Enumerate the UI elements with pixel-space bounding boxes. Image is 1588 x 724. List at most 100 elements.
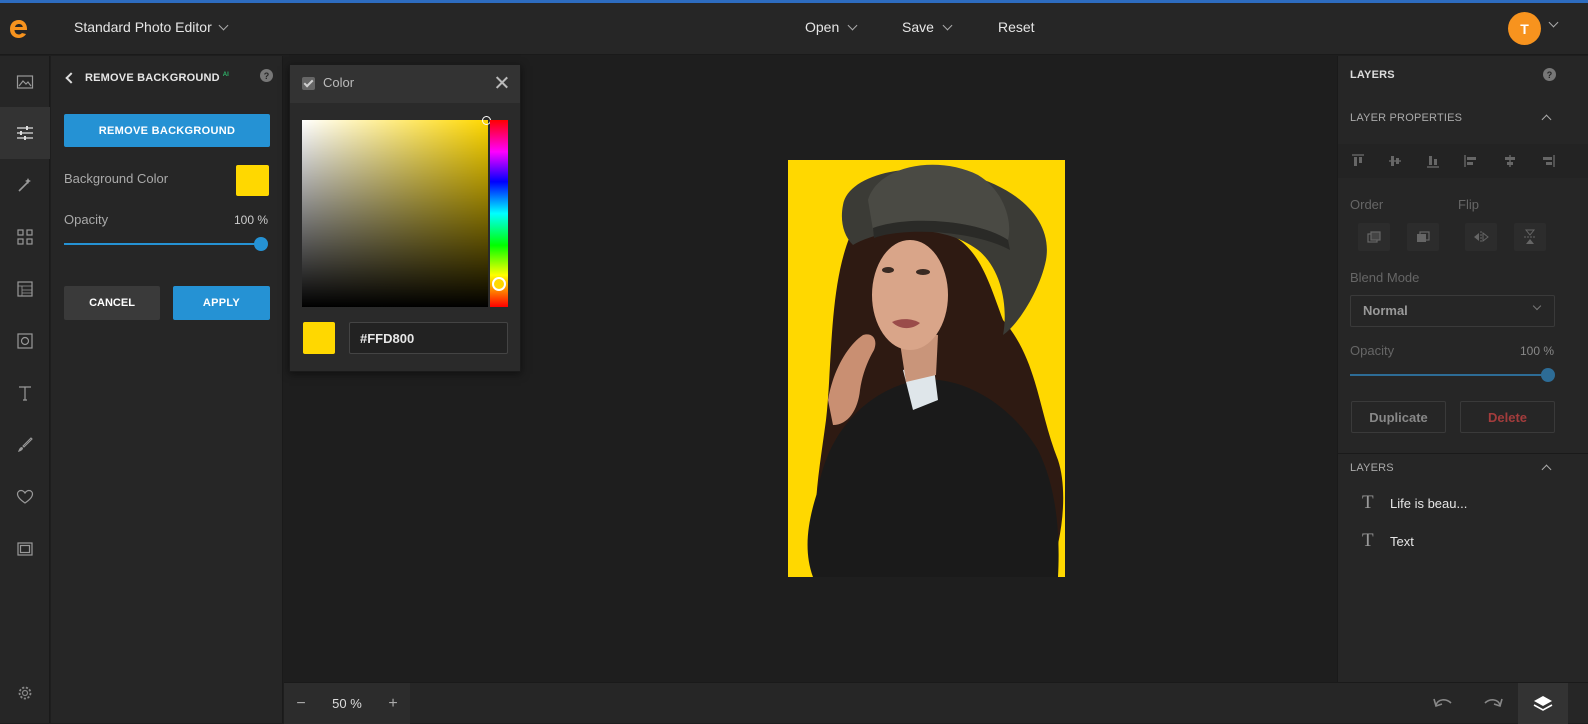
zoom-level: 50 % (332, 696, 362, 711)
remove-background-button[interactable]: REMOVE BACKGROUND (64, 114, 270, 147)
ai-badge: AI (222, 72, 229, 78)
layer-item[interactable]: T Text (1338, 524, 1588, 558)
opacity-slider-handle[interactable] (254, 237, 268, 251)
brush-icon (18, 437, 33, 452)
flip-horizontal-button[interactable] (1465, 223, 1497, 251)
blend-mode-select[interactable]: Normal (1350, 295, 1555, 327)
help-icon[interactable]: ? (1543, 68, 1556, 81)
tool-textures[interactable] (0, 263, 50, 315)
back-arrow-icon[interactable] (65, 72, 77, 84)
open-menu-label: Open (805, 19, 840, 35)
zoom-out-button[interactable]: − (284, 695, 318, 713)
align-center-icon[interactable] (1503, 154, 1517, 168)
heart-icon (16, 489, 34, 504)
background-color-swatch[interactable] (236, 165, 269, 196)
hex-color-input[interactable] (349, 322, 508, 354)
text-layer-icon: T (1362, 530, 1374, 551)
layer-opacity-value: 100 % (1520, 344, 1555, 358)
flip-vertical-button[interactable] (1514, 223, 1546, 251)
selected-color-swatch (303, 322, 335, 354)
top-bar: Standard Photo Editor Open Save Reset T (0, 3, 1588, 55)
user-avatar[interactable]: T (1508, 12, 1541, 45)
photo-canvas[interactable] (788, 160, 1065, 577)
tool-strip (0, 56, 50, 723)
layers-toggle-button[interactable] (1518, 683, 1568, 724)
opacity-slider-track[interactable] (64, 243, 261, 245)
zoom-control: − 50 % + (284, 683, 410, 724)
layers-section-header[interactable]: LAYERS (1350, 462, 1394, 474)
blend-mode-value: Normal (1363, 303, 1408, 318)
app-logo-icon[interactable] (8, 18, 30, 40)
duplicate-button[interactable]: Duplicate (1351, 401, 1446, 433)
opacity-label: Opacity (64, 212, 109, 227)
align-top-icon[interactable] (1351, 154, 1365, 168)
chevron-down-icon (942, 20, 953, 30)
tool-settings[interactable] (0, 667, 50, 719)
layers-panel-title: LAYERS (1350, 69, 1395, 81)
layer-properties-header[interactable]: LAYER PROPERTIES (1350, 112, 1462, 124)
tool-borders[interactable] (0, 523, 50, 575)
apply-button[interactable]: APPLY (173, 286, 270, 320)
text-layer-icon: T (1362, 492, 1374, 513)
align-middle-icon[interactable] (1388, 154, 1402, 168)
layer-opacity-slider-handle[interactable] (1541, 368, 1555, 382)
tool-adjust[interactable] (0, 107, 50, 159)
bring-forward-icon (1417, 231, 1430, 242)
layer-item[interactable]: T Life is beau... (1338, 486, 1588, 520)
adjust-sliders-icon (17, 126, 33, 140)
chevron-down-icon (1532, 301, 1542, 311)
color-picker-header: Color (290, 65, 520, 103)
help-icon[interactable]: ? (260, 69, 273, 82)
saturation-value-area[interactable] (302, 116, 491, 307)
save-menu-label: Save (902, 19, 934, 35)
account-chevron-down-icon[interactable] (1548, 17, 1559, 28)
reset-label: Reset (998, 19, 1035, 35)
chevron-down-icon (847, 20, 858, 30)
border-icon (17, 542, 33, 556)
tool-image[interactable] (0, 56, 50, 108)
color-picker-title: Color (323, 75, 355, 90)
tool-stickers[interactable] (0, 471, 50, 523)
layer-opacity-slider-track[interactable] (1350, 374, 1548, 376)
delete-button[interactable]: Delete (1460, 401, 1555, 433)
align-right-icon[interactable] (1541, 154, 1555, 168)
hue-slider-handle[interactable] (492, 277, 506, 291)
layer-name: Life is beau... (1390, 495, 1468, 511)
align-bottom-icon[interactable] (1426, 154, 1440, 168)
send-backward-button[interactable] (1358, 223, 1390, 251)
magic-wand-icon (18, 178, 31, 192)
panel-title: REMOVE BACKGROUND (85, 72, 220, 84)
settings-icon (18, 686, 32, 700)
redo-icon[interactable] (1482, 693, 1504, 713)
text-icon (19, 386, 31, 401)
alignment-toolbar (1338, 144, 1588, 178)
color-enabled-checkbox[interactable] (302, 77, 315, 90)
align-left-icon[interactable] (1464, 154, 1478, 168)
flip-label: Flip (1458, 197, 1479, 212)
tool-text[interactable] (0, 367, 50, 419)
layers-icon (1533, 695, 1553, 711)
tool-effects[interactable] (0, 159, 50, 211)
order-label: Order (1350, 197, 1384, 212)
bring-forward-button[interactable] (1407, 223, 1439, 251)
undo-icon[interactable] (1432, 693, 1454, 713)
save-menu[interactable]: Save (902, 19, 953, 35)
send-backward-icon (1367, 231, 1381, 243)
cancel-button[interactable]: CANCEL (64, 286, 160, 320)
tool-draw[interactable] (0, 419, 50, 471)
tool-frames[interactable] (0, 315, 50, 367)
grid-icon (17, 229, 33, 245)
background-color-label: Background Color (64, 171, 169, 186)
zoom-in-button[interactable]: + (376, 695, 410, 713)
tool-templates[interactable] (0, 211, 50, 263)
hue-slider[interactable] (490, 120, 508, 307)
open-menu[interactable]: Open (805, 19, 858, 35)
close-icon[interactable] (496, 76, 508, 88)
app-title-dropdown[interactable]: Standard Photo Editor (74, 19, 229, 35)
reset-button[interactable]: Reset (998, 19, 1035, 35)
chevron-up-icon[interactable] (1541, 464, 1552, 475)
value-gradient (302, 120, 488, 307)
flip-horizontal-icon (1474, 231, 1489, 243)
layer-opacity-label: Opacity (1350, 343, 1395, 358)
chevron-up-icon[interactable] (1541, 114, 1552, 125)
